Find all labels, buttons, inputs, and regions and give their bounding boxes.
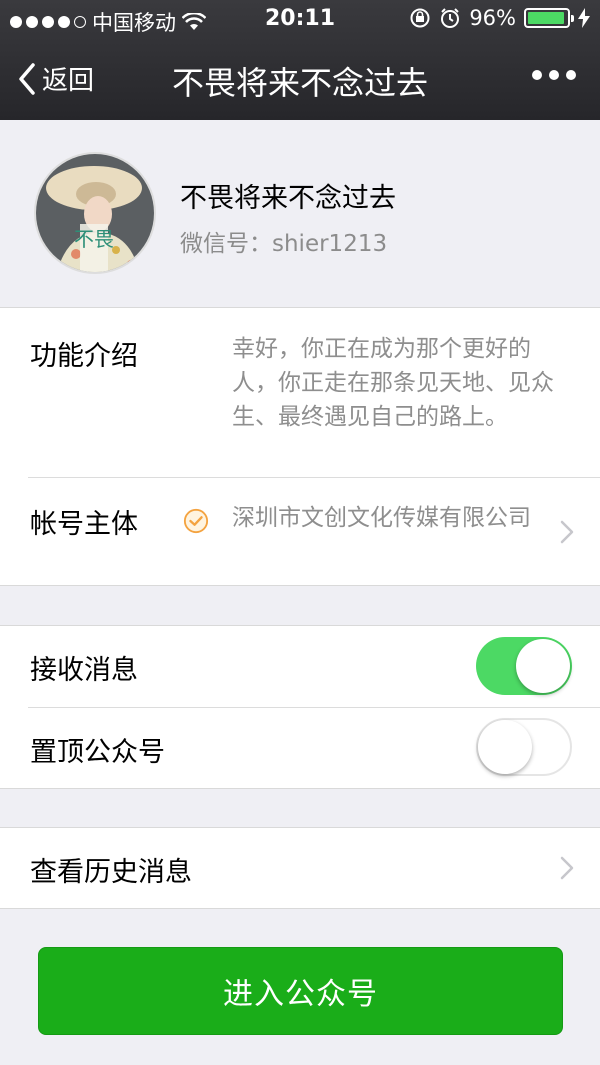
intro-text: 幸好，你正在成为那个更好的人，你正走在那条见天地、见众生、最终遇见自己的路上。 bbox=[232, 336, 554, 430]
history-row[interactable]: 查看历史消息 bbox=[0, 827, 600, 909]
enter-account-button[interactable]: 进入公众号 bbox=[38, 947, 563, 1035]
pin-account-row: 置顶公众号 bbox=[0, 708, 600, 790]
rotation-lock-icon bbox=[410, 8, 430, 28]
pin-account-label: 置顶公众号 bbox=[30, 737, 165, 768]
avatar-image: 不畏 bbox=[36, 154, 154, 272]
receive-messages-label: 接收消息 bbox=[30, 655, 138, 686]
chevron-right-icon bbox=[560, 856, 574, 880]
intro-label: 功能介绍 bbox=[30, 341, 138, 372]
receive-messages-switch[interactable] bbox=[476, 637, 572, 695]
battery-percent: 96% bbox=[469, 6, 516, 30]
more-dot-icon bbox=[549, 70, 559, 80]
alarm-icon bbox=[441, 8, 460, 28]
status-bar: 中国移动 20:11 96% bbox=[0, 0, 600, 40]
profile-header: 不畏 不畏将来不念过去 微信号：shier1213 bbox=[0, 120, 600, 308]
battery-icon bbox=[524, 8, 574, 28]
charging-bolt-icon bbox=[578, 8, 590, 28]
avatar[interactable]: 不畏 bbox=[34, 152, 156, 274]
more-button[interactable] bbox=[532, 70, 576, 80]
more-dot-icon bbox=[566, 70, 576, 80]
avatar-text: 不畏 bbox=[74, 227, 114, 251]
history-label: 查看历史消息 bbox=[30, 857, 192, 888]
pin-account-switch[interactable] bbox=[476, 718, 572, 776]
switch-knob bbox=[478, 720, 532, 774]
toggle-section: 接收消息 置顶公众号 bbox=[0, 625, 600, 789]
receive-messages-row: 接收消息 bbox=[0, 626, 600, 707]
info-section: 功能介绍 幸好，你正在成为那个更好的人，你正走在那条见天地、见众生、最终遇见自己… bbox=[0, 308, 600, 586]
owner-text: 深圳市文创文化传媒有限公司 bbox=[232, 505, 531, 531]
status-right: 96% bbox=[409, 6, 590, 30]
chevron-right-icon bbox=[560, 520, 574, 544]
nav-bar: 返回 不畏将来不念过去 bbox=[0, 40, 600, 120]
owner-label: 帐号主体 bbox=[30, 509, 138, 540]
page-title: 不畏将来不念过去 bbox=[171, 64, 428, 102]
switch-knob bbox=[516, 639, 570, 693]
battery-fill bbox=[528, 12, 565, 24]
more-dot-icon bbox=[532, 70, 542, 80]
verified-icon bbox=[183, 508, 209, 534]
wechat-id: 微信号：shier1213 bbox=[180, 231, 388, 257]
account-name: 不畏将来不念过去 bbox=[180, 183, 396, 214]
top-bar: 中国移动 20:11 96% 返回 不畏将来不念过去 bbox=[0, 0, 600, 120]
owner-row[interactable]: 帐号主体 深圳市文创文化传媒有限公司 bbox=[0, 478, 600, 586]
